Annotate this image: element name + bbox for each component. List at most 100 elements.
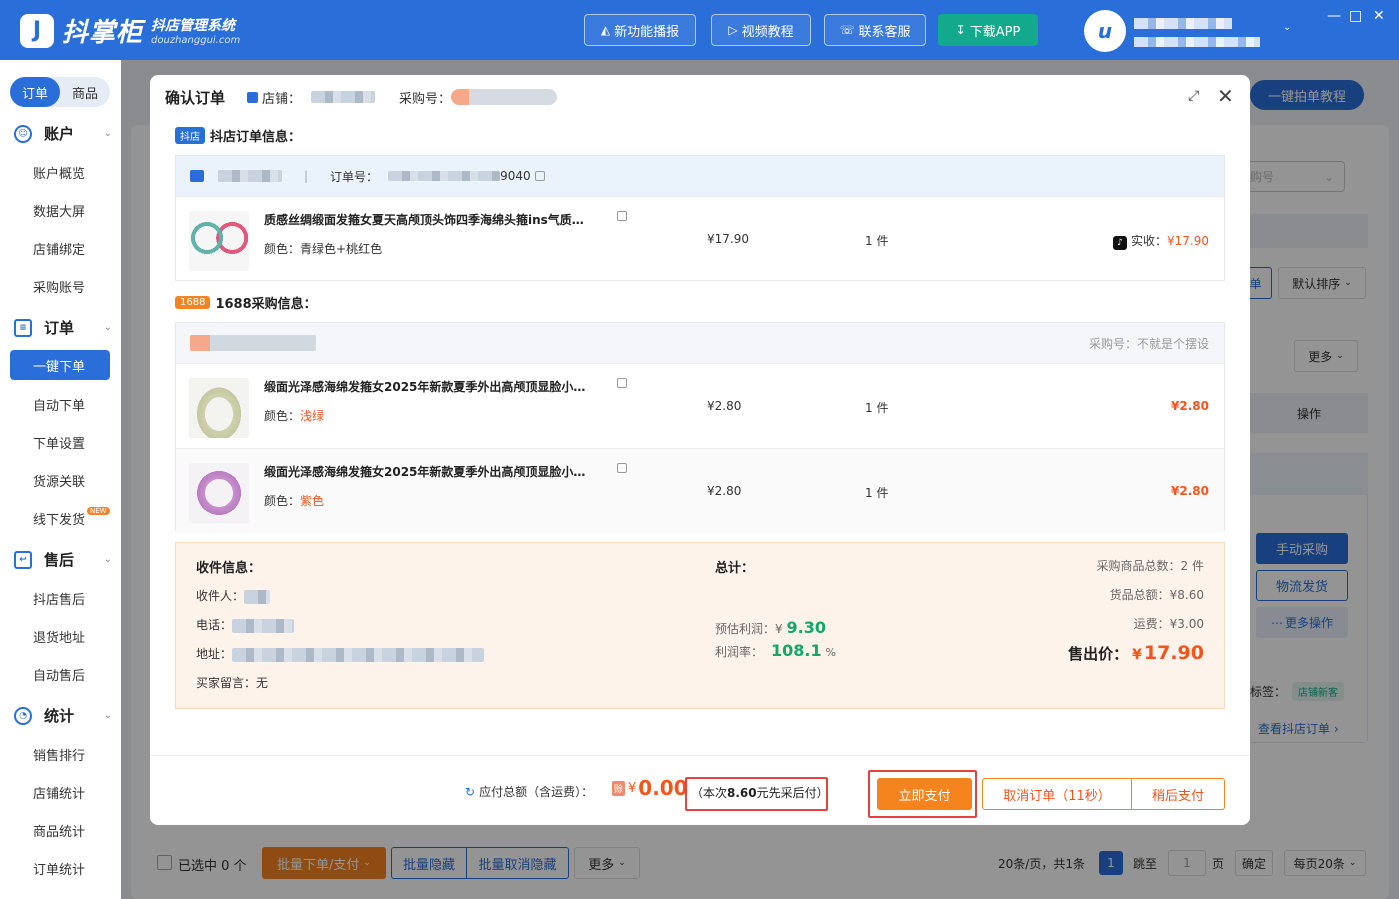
maximize-icon[interactable]: □ [1349, 8, 1362, 24]
contact-support-label: 联系客服 [858, 24, 911, 40]
sidebar-item-data-screen[interactable]: 数据大屏 [10, 195, 110, 225]
margin-value: 108.1 [771, 641, 822, 660]
account-icon: ☺ [14, 124, 32, 143]
new-features-label: 新功能播报 [614, 24, 680, 40]
sidebar-group-after-sales[interactable]: ↩ 售后 ⌄ [14, 549, 112, 570]
supplier-name-redacted [190, 335, 316, 351]
profit-currency: ¥ [775, 622, 783, 636]
chevron-down-icon: ⌄ [103, 128, 112, 139]
copy-icon[interactable] [617, 211, 627, 221]
1688-tag: 1688 [175, 296, 211, 309]
cancel-order-button[interactable]: 取消订单（11秒） [982, 778, 1132, 810]
received-amount: ♪ 实收：¥17.90 [1112, 232, 1209, 250]
new-features-button[interactable]: ◭ 新功能播报 [584, 14, 696, 46]
app-name: 抖掌柜 [62, 18, 144, 48]
sidebar-item-store-binding[interactable]: 店铺绑定 [10, 233, 110, 263]
tab-products[interactable]: 商品 [60, 77, 110, 107]
shop-name-redacted [218, 170, 282, 182]
sidebar-item-store-stats[interactable]: 店铺统计 [10, 777, 110, 807]
payable-amount: 赊 ¥0.00 [612, 776, 688, 800]
tiktok-icon: ♪ [1112, 236, 1127, 250]
totals-title: 总计： [715, 561, 755, 576]
sale-label: 售出价： [1068, 645, 1129, 663]
shipping-fee: 运费：¥3.00 [1133, 617, 1204, 631]
account-dropdown-icon[interactable]: ⌄ [1283, 22, 1291, 33]
headset-icon: ☏ [839, 23, 855, 37]
sidebar-item-auto-order[interactable]: 自动下单 [10, 389, 110, 419]
product-price: ¥2.80 [707, 399, 742, 413]
sidebar-item-auto-after-sales[interactable]: 自动售后 [10, 659, 110, 689]
item-label: 线下发货 [33, 512, 86, 528]
fullscreen-icon[interactable]: ⤢ [1188, 88, 1199, 104]
sidebar-item-return-address[interactable]: 退货地址 [10, 621, 110, 651]
app-domain: douzhanggui.com [151, 35, 241, 46]
sidebar-group-orders[interactable]: ≡ 订单 ⌄ [14, 317, 112, 338]
sidebar-group-statistics[interactable]: ◔ 统计 ⌄ [14, 705, 112, 726]
download-app-button[interactable]: ↧ 下载APP [938, 14, 1038, 46]
douyin-tag: 抖店 [175, 127, 205, 144]
sidebar-item-sales-ranking[interactable]: 销售排行 [10, 739, 110, 769]
product-spec: 颜色：紫色 [264, 492, 324, 509]
sidebar-item-account-overview[interactable]: 账户概览 [10, 157, 110, 187]
tab-orders[interactable]: 订单 [10, 77, 60, 107]
phone-label: 电话： [196, 618, 233, 632]
product-spec: 颜色：青绿色+桃红色 [264, 240, 382, 257]
purchase-account-redacted [451, 89, 558, 105]
modal-header: 确认订单 店铺： 采购号： ⤢ ✕ [150, 75, 1250, 119]
account-name-redacted [1134, 16, 1232, 31]
receiver-address: 地址： [196, 645, 485, 662]
product-thumbnail [189, 463, 249, 523]
douyin-section-title: 抖店 抖店订单信息： [175, 126, 301, 145]
spec-label: 颜色： [264, 494, 301, 508]
note-value: 无 [256, 676, 269, 690]
highlight-box [685, 777, 828, 811]
name-label: 收件人： [196, 589, 245, 603]
address-redacted [232, 647, 485, 662]
copy-icon[interactable] [617, 463, 627, 473]
receiver-phone: 电话： [196, 616, 295, 633]
close-icon[interactable]: ✕ [1217, 84, 1234, 108]
sale-value: 17.90 [1143, 642, 1204, 664]
buyer-note: 买家留言：无 [196, 674, 268, 691]
video-tutorial-button[interactable]: ▷ 视频教程 [711, 14, 811, 46]
payable-currency: ¥ [628, 780, 637, 796]
sidebar-item-order-stats[interactable]: 订单统计 [10, 853, 110, 883]
product-thumbnail [189, 211, 249, 271]
download-icon: ↧ [955, 23, 966, 37]
sidebar-item-product-stats[interactable]: 商品统计 [10, 815, 110, 845]
contact-support-button[interactable]: ☏ 联系客服 [824, 14, 926, 46]
pay-later-button[interactable]: 稍后支付 [1131, 778, 1225, 810]
close-window-icon[interactable]: ✕ [1373, 8, 1385, 24]
sidebar-item-purchase-account[interactable]: 采购账号 [10, 271, 110, 301]
sidebar-item-offline-shipping[interactable]: 线下发货 NEW [10, 503, 110, 533]
product-title: 质感丝绸缎面发箍女夏天高颅顶头饰四季海绵头箍ins气质… [264, 213, 584, 227]
sidebar-item-store-after-sales[interactable]: 抖店售后 [10, 583, 110, 613]
minimize-icon[interactable]: — [1327, 8, 1341, 24]
sidebar-item-one-click-order[interactable]: 一键下单 [10, 350, 110, 380]
product-spec: 颜色：浅绿 [264, 407, 324, 424]
sidebar-item-source-link[interactable]: 货源关联 [10, 465, 110, 495]
received-label: 实收： [1130, 234, 1167, 248]
product-qty: 1 件 [865, 234, 889, 248]
item-count: 采购商品总数：2 件 [1096, 559, 1204, 573]
refresh-icon[interactable]: ↻ [465, 785, 475, 799]
sidebar-group-account[interactable]: ☺ 账户 ⌄ [14, 123, 112, 144]
group-label: 统计 [44, 707, 75, 725]
purchase-item-row: 缎面光泽感海绵发箍女2025年新款夏季外出高颅顶显脸小… 颜色：浅绿 ¥2.80… [176, 363, 1224, 448]
sale-price: 售出价： ¥17.90 [1068, 642, 1204, 664]
copy-icon[interactable] [617, 378, 627, 388]
name-redacted [244, 589, 271, 604]
copy-icon[interactable] [534, 171, 545, 181]
product-qty: 1 件 [865, 486, 889, 500]
spec-value: 浅绿 [300, 409, 325, 423]
download-app-label: 下载APP [969, 24, 1021, 40]
note-label: 买家留言： [196, 676, 257, 690]
payable-text: 应付总额（含运费）： [479, 785, 594, 799]
modal-title: 确认订单 [165, 88, 226, 107]
group-label: 售后 [44, 551, 75, 569]
store-label: 店铺： [262, 91, 302, 107]
sidebar-item-order-settings[interactable]: 下单设置 [10, 427, 110, 457]
credit-tag: 赊 [612, 780, 626, 796]
modal-footer: ↻ 应付总额（含运费）： 赊 ¥0.00 （本次8.60元先采后付） 立即支付 取消… [150, 755, 1250, 825]
avatar[interactable]: u [1084, 10, 1126, 52]
